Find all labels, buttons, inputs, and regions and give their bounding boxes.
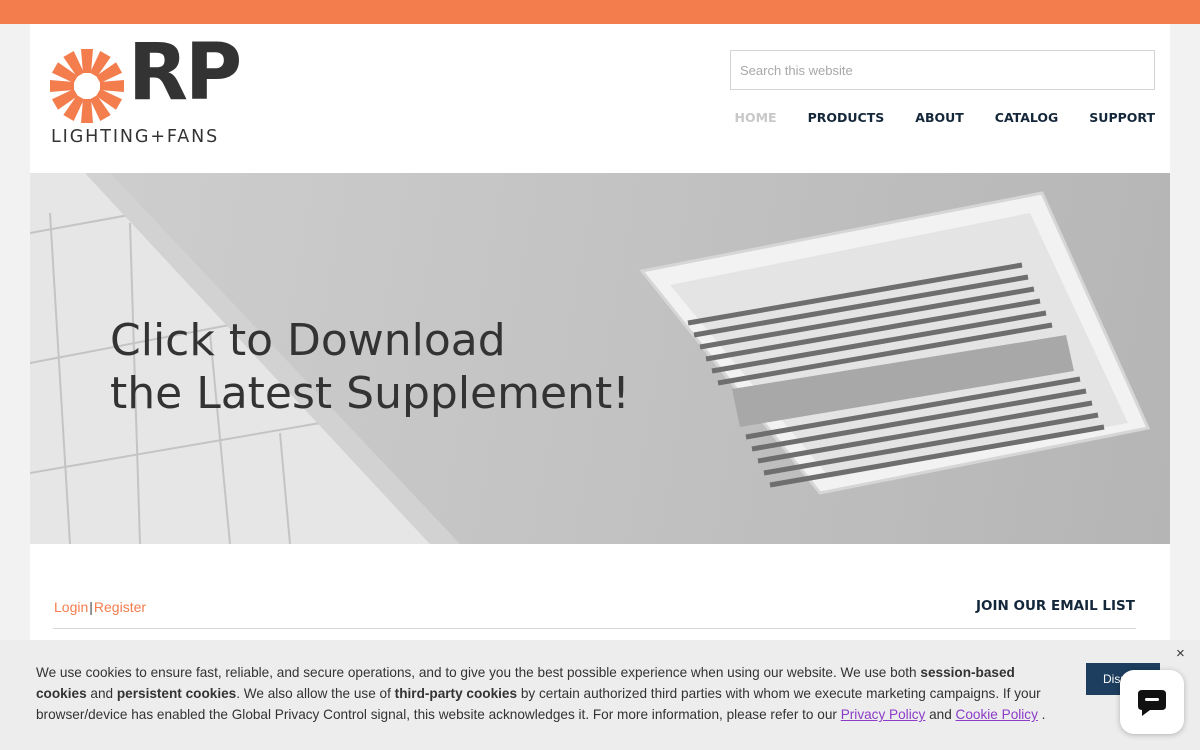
- hero-headline-line1: Click to Download: [110, 315, 506, 366]
- cookie-text-2: and: [86, 686, 117, 701]
- hero-headline: Click to Download the Latest Supplement!: [110, 314, 630, 420]
- cookie-text-1: We use cookies to ensure fast, reliable,…: [36, 665, 921, 680]
- search-input[interactable]: [730, 50, 1155, 90]
- sunburst-logo-icon: [50, 49, 124, 123]
- nav-item-support[interactable]: SUPPORT: [1089, 110, 1155, 125]
- nav-item-home[interactable]: HOME: [735, 110, 777, 125]
- top-accent-bar: [0, 0, 1200, 24]
- login-link[interactable]: Login: [54, 599, 88, 615]
- nav-item-about[interactable]: ABOUT: [915, 110, 964, 125]
- cookie-text-6: .: [1037, 707, 1046, 722]
- logo-tagline: LIGHTING+FANS: [51, 127, 220, 147]
- main-nav: HOME PRODUCTS ABOUT CATALOG SUPPORT: [704, 110, 1155, 125]
- section-divider: [53, 628, 1136, 629]
- join-email-list-link[interactable]: JOIN OUR EMAIL LIST: [976, 598, 1135, 614]
- chat-bubble-icon: [1138, 690, 1166, 716]
- account-links: Login|Register: [54, 599, 146, 615]
- logo-letters: RP: [128, 28, 242, 118]
- cookie-policy-link[interactable]: Cookie Policy: [956, 707, 1038, 722]
- cookie-bold-third-party: third-party cookies: [394, 686, 518, 701]
- nav-item-catalog[interactable]: CATALOG: [995, 110, 1059, 125]
- privacy-policy-link[interactable]: Privacy Policy: [841, 707, 926, 722]
- cookie-bold-persistent: persistent cookies: [116, 686, 237, 701]
- cookie-banner: We use cookies to ensure fast, reliable,…: [0, 640, 1200, 750]
- nav-item-products[interactable]: PRODUCTS: [808, 110, 885, 125]
- cookie-text-5: and: [925, 707, 956, 722]
- register-link[interactable]: Register: [94, 599, 146, 615]
- hero-headline-line2: the Latest Supplement!: [110, 368, 630, 419]
- cookie-message: We use cookies to ensure fast, reliable,…: [36, 662, 1066, 725]
- hero-banner[interactable]: Click to Download the Latest Supplement!: [30, 173, 1170, 544]
- account-separator: |: [89, 599, 93, 615]
- cookie-text-3: . We also allow the use of: [236, 686, 395, 701]
- site-logo[interactable]: RP LIGHTING+FANS: [50, 34, 260, 152]
- chat-widget-button[interactable]: [1120, 670, 1184, 734]
- close-icon[interactable]: ×: [1176, 645, 1185, 662]
